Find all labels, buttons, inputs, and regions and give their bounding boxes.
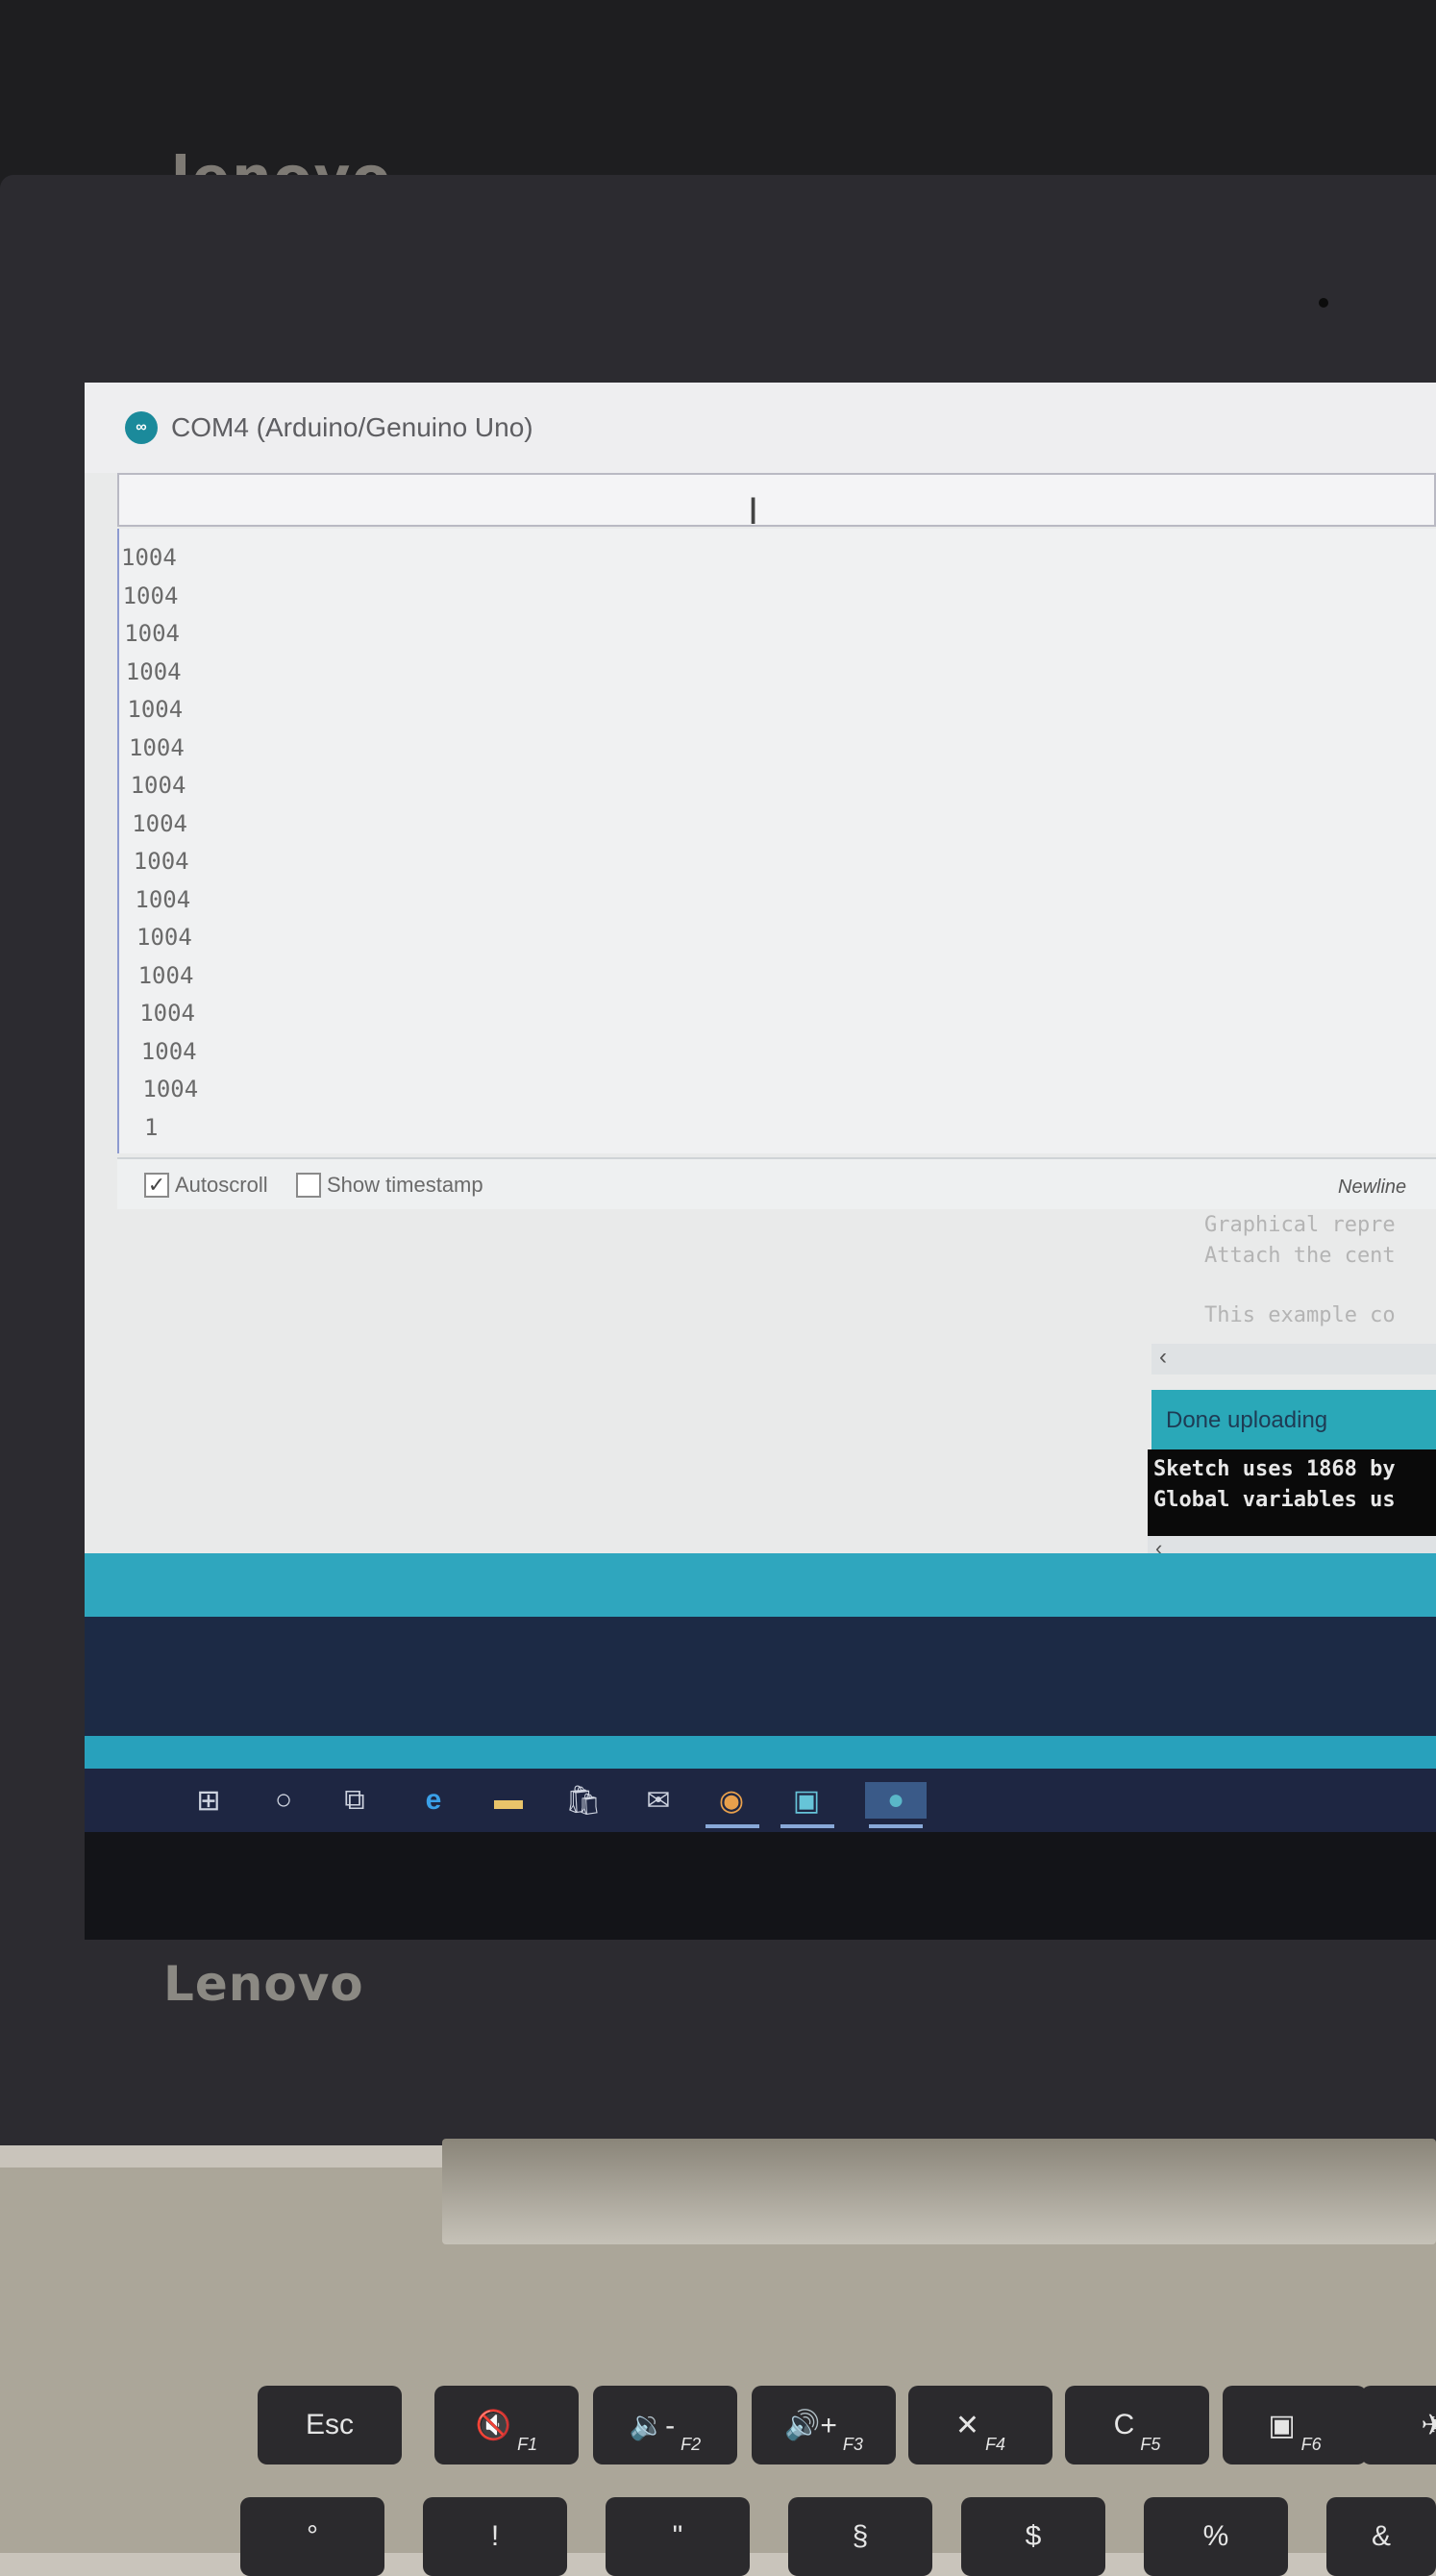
show-timestamp-checkbox[interactable] [296, 1173, 321, 1198]
scroll-left-icon[interactable]: ‹ [1159, 1344, 1167, 1371]
serial-output-line: 1004 [132, 809, 187, 837]
key-f6[interactable]: ▣ F6 [1223, 2386, 1367, 2465]
number-row-key[interactable]: ° [240, 2497, 384, 2576]
editor-line: Attach the cent [1204, 1244, 1396, 1268]
key-f1[interactable]: 🔇 F1 [434, 2386, 579, 2465]
ide-status-text: Done uploading [1166, 1407, 1328, 1433]
number-row-key[interactable]: $ [961, 2497, 1105, 2576]
key-esc[interactable]: Esc [258, 2386, 402, 2465]
key-airplane[interactable]: ✈ [1361, 2386, 1436, 2465]
number-row-key[interactable]: " [606, 2497, 750, 2576]
serial-monitor-titlebar: ∞ COM4 (Arduino/Genuino Uno) [85, 383, 1436, 473]
key-f3[interactable]: 🔊+ F3 [752, 2386, 896, 2465]
serial-output-line: 1004 [136, 924, 192, 951]
autoscroll-checkbox[interactable]: ✓ [144, 1173, 169, 1198]
autoscroll-label: Autoscroll [175, 1173, 268, 1197]
laptop-hinge [442, 2139, 1436, 2244]
mail-icon[interactable]: ✉ [640, 1782, 677, 1819]
background-laptop-logo: lenovo [171, 144, 393, 179]
serial-output-line: 1004 [121, 544, 177, 571]
serial-output-line: 1 [144, 1113, 159, 1141]
serial-output-line: 1004 [140, 1037, 197, 1065]
windows-start-icon[interactable]: ⊞ [190, 1782, 227, 1819]
edge-icon[interactable]: e [415, 1782, 452, 1819]
laptop-screen: ∞ COM4 (Arduino/Genuino Uno) I 1004 1004 1… [85, 383, 1436, 1940]
store-icon[interactable]: 🛍 [565, 1782, 602, 1819]
chrome-icon[interactable]: ◉ [713, 1782, 750, 1819]
ide-board-status-bar [85, 1736, 1436, 1769]
serial-output-line: 1004 [125, 657, 182, 685]
laptop-lid-logo: Lenovo [163, 1956, 364, 2012]
show-timestamp-label: Show timestamp [327, 1173, 483, 1197]
key-f4[interactable]: ✕ F4 [908, 2386, 1052, 2465]
app-icon[interactable]: ▣ [788, 1782, 825, 1819]
serial-monitor-statusbar: ✓ Autoscroll Show timestamp Newline [117, 1157, 1436, 1209]
taskbar-running-indicator [869, 1824, 923, 1828]
serial-output-area[interactable] [117, 529, 1436, 1153]
number-row-key[interactable]: ! [423, 2497, 567, 2576]
serial-output-line: 1004 [129, 733, 185, 761]
number-row-key[interactable]: & [1326, 2497, 1436, 2576]
serial-output-line: 1004 [127, 696, 184, 723]
taskbar-running-indicator [706, 1824, 759, 1828]
console-line: Global variables us [1153, 1488, 1396, 1512]
serial-output-line: 1004 [130, 772, 186, 799]
number-row-key[interactable]: § [788, 2497, 932, 2576]
key-f5[interactable]: C F5 [1065, 2386, 1209, 2465]
key-f2[interactable]: 🔉- F2 [593, 2386, 737, 2465]
webcam-icon [1319, 298, 1328, 308]
screen-bezel-edge [85, 1832, 1436, 1940]
editor-horizontal-scrollbar[interactable] [1151, 1344, 1436, 1375]
serial-output-line: 1004 [137, 961, 194, 989]
arduino-icon[interactable]: ● [865, 1782, 927, 1819]
task-view-icon[interactable]: ⧉ [336, 1782, 373, 1819]
text-cursor-icon: I [748, 490, 759, 533]
serial-output-line: 1004 [135, 885, 191, 913]
arduino-logo-icon: ∞ [125, 411, 158, 444]
serial-monitor-title: COM4 (Arduino/Genuino Uno) [171, 412, 533, 442]
cortana-icon[interactable]: ○ [265, 1782, 302, 1819]
editor-line: Graphical repre [1204, 1213, 1396, 1237]
ide-dark-panel [85, 1617, 1436, 1736]
ide-bottom-bar [85, 1553, 1436, 1617]
serial-output-line: 1004 [142, 1076, 199, 1102]
keyboard: Esc 🔇 F1 🔉- F2 🔊+ F3 ✕ F4 C F5 ▣ F6 ✈ °! " § $% & [0, 2384, 1436, 2576]
editor-line: This example co [1204, 1303, 1396, 1327]
line-ending-select[interactable]: Newline [1338, 1177, 1406, 1199]
serial-output-line: 1004 [139, 1000, 195, 1027]
console-line: Sketch uses 1868 by [1153, 1457, 1396, 1481]
serial-output-line: 1004 [124, 620, 180, 647]
taskbar-running-indicator [780, 1824, 834, 1828]
file-explorer-icon[interactable]: ▬ [490, 1782, 527, 1819]
serial-output-line: 1004 [122, 582, 179, 609]
number-row-key[interactable]: % [1144, 2497, 1288, 2576]
serial-send-input[interactable] [117, 473, 1436, 527]
serial-output-line: 1004 [133, 848, 189, 875]
